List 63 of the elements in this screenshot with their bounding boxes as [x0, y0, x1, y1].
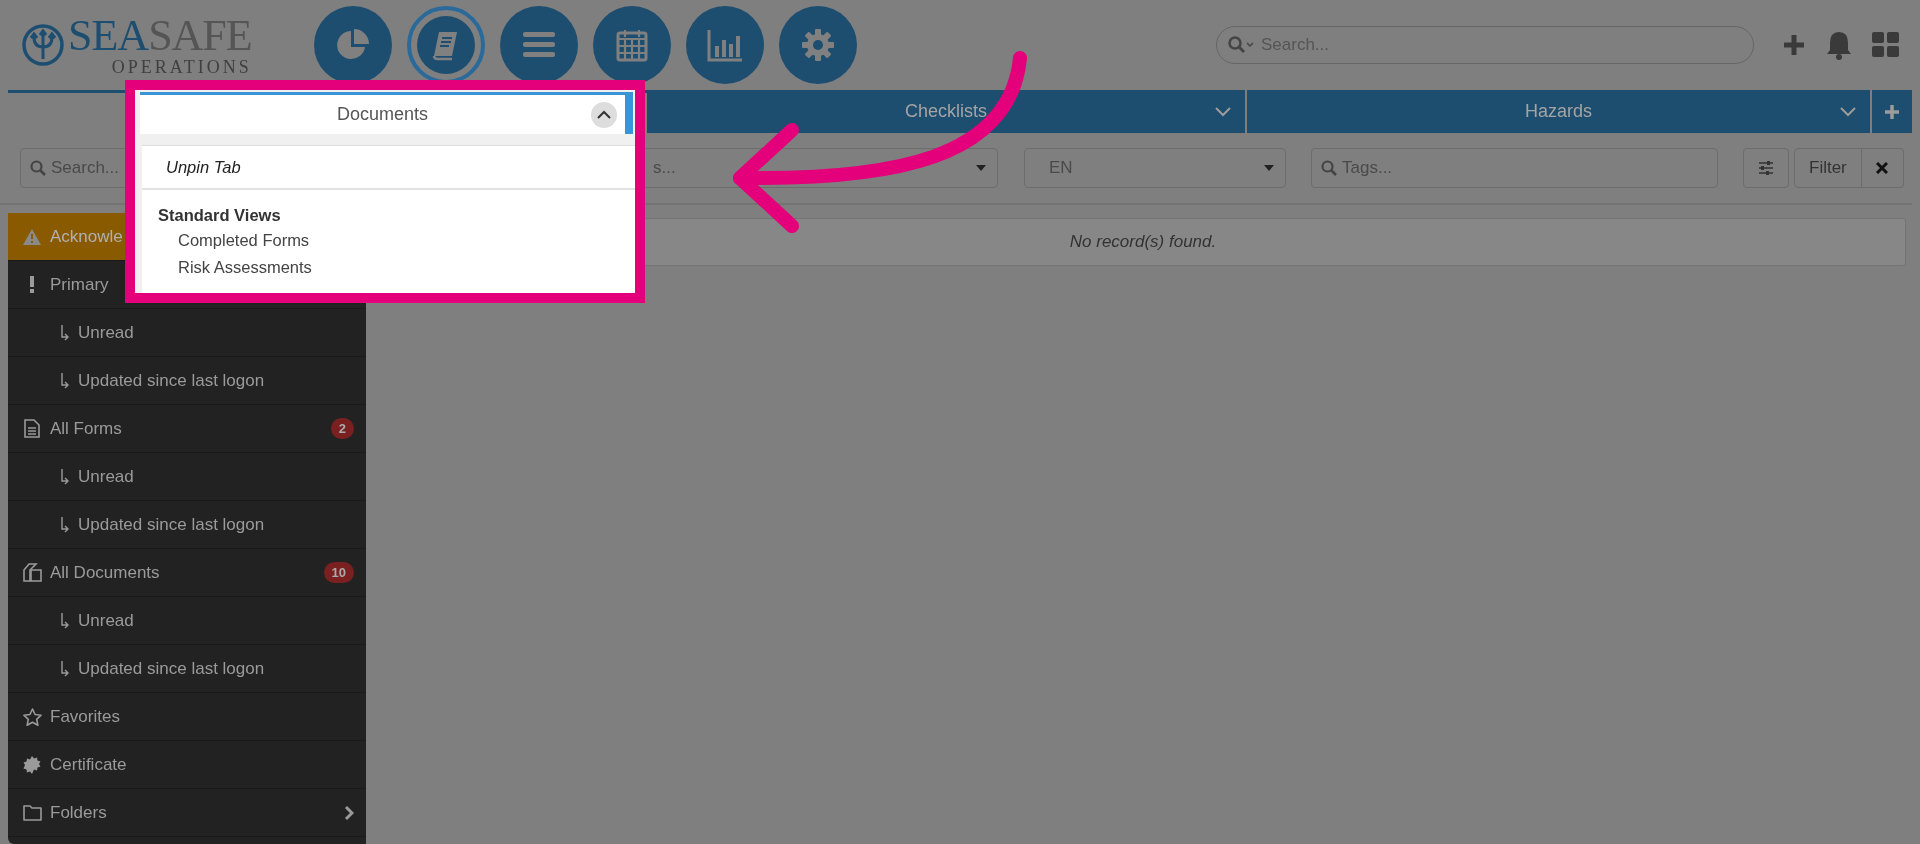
sub-arrow-icon [60, 516, 70, 533]
count-badge: 10 [323, 562, 354, 583]
column-settings-button[interactable] [1743, 148, 1789, 188]
exclamation-icon [29, 276, 35, 293]
plus-icon [1782, 33, 1806, 57]
file-icon [24, 419, 40, 438]
tab[interactable]: Checklists [647, 90, 1247, 133]
chevron-down-icon [1215, 106, 1231, 117]
close-icon [1876, 162, 1889, 174]
tab[interactable]: Hazards [1247, 90, 1872, 133]
sub-arrow-icon [60, 324, 70, 341]
search-icon [1321, 160, 1337, 176]
sub-arrow-icon [60, 660, 70, 677]
sidebar-item[interactable]: All Documents 10 [8, 549, 366, 597]
caret-down-icon [1264, 165, 1274, 171]
sidebar-subitem[interactable]: Unread [8, 309, 366, 357]
star-icon [22, 707, 42, 726]
bell-icon [1826, 30, 1852, 60]
logo-tagline: OPERATIONS [111, 58, 252, 76]
apps-button[interactable] [1872, 32, 1900, 58]
sub-arrow-icon [60, 468, 70, 485]
chevron-down-icon [1840, 106, 1856, 117]
search-icon [30, 160, 46, 176]
settings-icon [801, 28, 835, 62]
filter-button[interactable]: Filter [1794, 148, 1862, 188]
menu-item[interactable]: Completed Forms [142, 227, 310, 254]
sidebar-item[interactable]: Certificate [8, 741, 366, 789]
add-button[interactable] [1782, 33, 1806, 57]
documents-icon [22, 563, 42, 582]
empty-message: No record(s) found. [1069, 232, 1217, 252]
bar-chart-icon [707, 28, 743, 62]
sliders-icon [1758, 160, 1774, 176]
add-tab-button[interactable] [1872, 90, 1912, 133]
sidebar-item[interactable]: Favorites [8, 693, 366, 741]
calendar-icon [616, 28, 648, 62]
trident-logo-icon [22, 24, 64, 66]
menu-section-title: Standard Views [158, 206, 282, 225]
clear-filter-button[interactable] [1861, 148, 1904, 188]
folder-icon [22, 804, 42, 821]
sub-arrow-icon [60, 372, 70, 389]
grid-icon [1872, 32, 1900, 58]
chevron-up-icon [597, 110, 611, 119]
sidebar-subitem[interactable]: Updated since last logon [8, 501, 366, 549]
warning-icon [23, 228, 41, 245]
sidebar-item[interactable]: Folders [8, 789, 366, 837]
sidebar-subitem[interactable]: Unread [8, 597, 366, 645]
menu-item[interactable]: Risk Assessments [142, 254, 312, 281]
sidebar-subitem[interactable]: Updated since last logon [8, 645, 366, 693]
pie-chart-icon [336, 28, 370, 62]
search-icon [1228, 36, 1256, 54]
menu-icon [522, 30, 556, 60]
sidebar-subitem[interactable]: Unread [8, 453, 366, 501]
count-badge: 2 [330, 418, 354, 439]
menu-item[interactable]: Unpin Tab [142, 146, 265, 188]
tab[interactable]: Documents [140, 92, 633, 134]
caret-down-icon [976, 165, 986, 171]
certificate-icon [23, 755, 41, 774]
sub-arrow-icon [60, 612, 70, 629]
sidebar-item[interactable]: All Forms 2 [8, 405, 366, 453]
sidebar-subitem[interactable]: Updated since last logon [8, 357, 366, 405]
collapse-button[interactable] [591, 101, 617, 128]
plus-icon [1884, 103, 1900, 120]
notifications-button[interactable] [1826, 30, 1852, 60]
